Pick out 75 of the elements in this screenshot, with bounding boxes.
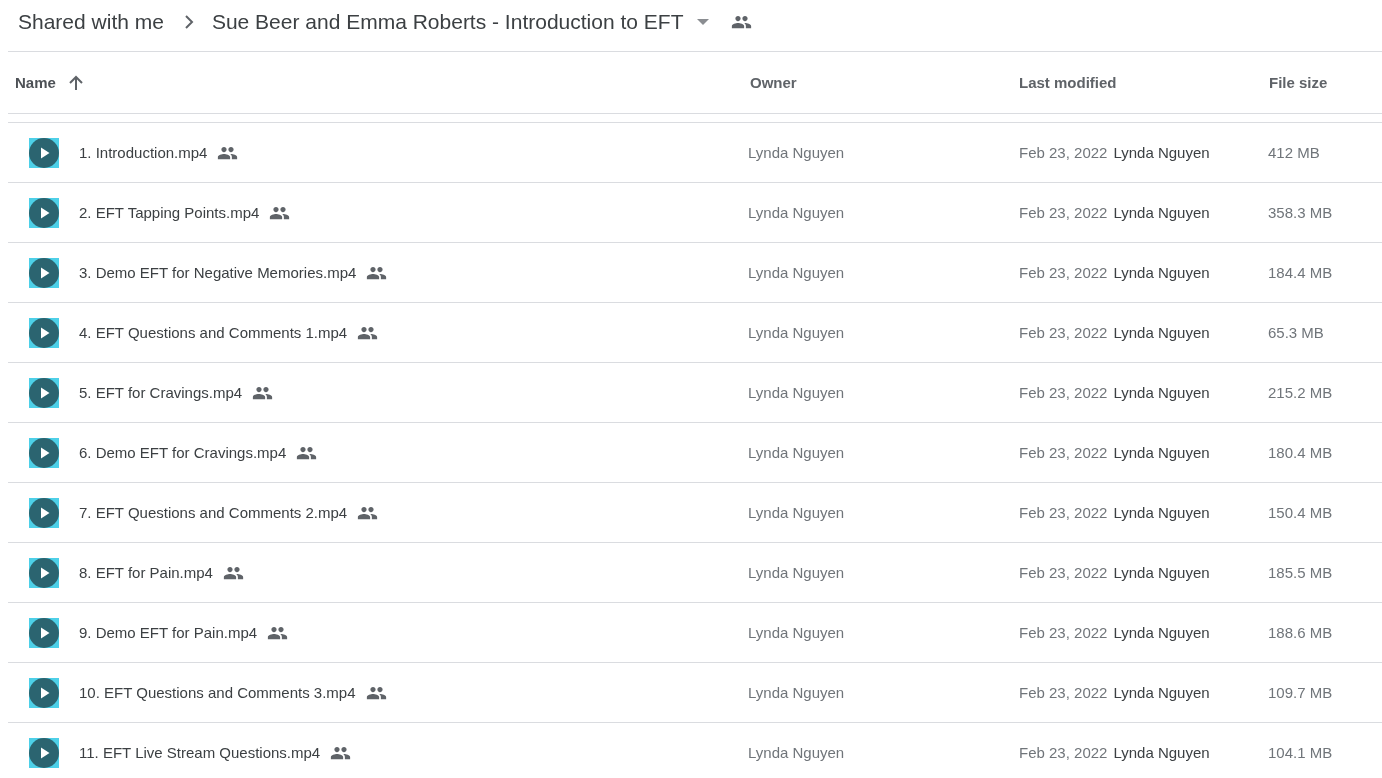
caret-icon[interactable] <box>697 19 710 25</box>
modified-date: Feb 23, 2022 <box>1019 144 1108 161</box>
file-size: 180.4 MB <box>1268 444 1333 461</box>
owner-name: Lynda Nguyen <box>748 144 845 161</box>
owner-name: Lynda Nguyen <box>748 384 845 401</box>
owner-name: Lynda Nguyen <box>748 444 845 461</box>
video-file-icon <box>29 617 59 648</box>
video-file-icon <box>29 437 59 468</box>
modified-date: Feb 23, 2022 <box>1019 324 1108 341</box>
modified-date: Feb 23, 2022 <box>1019 624 1108 641</box>
file-name[interactable]: 5. EFT for Cravings.mp4 <box>79 384 243 401</box>
file-size: 185.5 MB <box>1268 564 1333 581</box>
file-name[interactable]: 1. Introduction.mp4 <box>79 144 208 161</box>
modified-date: Feb 23, 2022 <box>1019 204 1108 221</box>
modified-by: Lynda Nguyen <box>1113 624 1210 641</box>
video-file-icon <box>29 257 59 288</box>
chevron-right-icon <box>183 14 194 30</box>
video-file-icon <box>29 737 59 768</box>
modified-date: Feb 23, 2022 <box>1019 264 1108 281</box>
file-size: 65.3 MB <box>1268 324 1324 341</box>
file-size: 184.4 MB <box>1268 264 1333 281</box>
modified-date: Feb 23, 2022 <box>1019 444 1108 461</box>
modified-date: Feb 23, 2022 <box>1019 684 1108 701</box>
file-size: 215.2 MB <box>1268 384 1333 401</box>
owner-name: Lynda Nguyen <box>748 504 845 521</box>
modified-by: Lynda Nguyen <box>1113 504 1210 521</box>
video-file-icon <box>29 317 59 348</box>
column-header[interactable]: Name <box>15 74 56 91</box>
owner-name: Lynda Nguyen <box>748 684 845 701</box>
file-size: 150.4 MB <box>1268 504 1333 521</box>
file-name[interactable]: 7. EFT Questions and Comments 2.mp4 <box>79 504 348 521</box>
file-name[interactable]: 9. Demo EFT for Pain.mp4 <box>79 624 258 641</box>
video-file-icon <box>29 377 59 408</box>
modified-by: Lynda Nguyen <box>1113 444 1210 461</box>
modified-by: Lynda Nguyen <box>1113 144 1210 161</box>
file-size: 109.7 MB <box>1268 684 1333 701</box>
file-name[interactable]: 11. EFT Live Stream Questions.mp4 <box>79 744 321 761</box>
modified-by: Lynda Nguyen <box>1113 204 1210 221</box>
file-size: 412 MB <box>1268 144 1320 161</box>
file-size: 104.1 MB <box>1268 744 1333 761</box>
file-name[interactable]: 2. EFT Tapping Points.mp4 <box>79 204 260 221</box>
owner-name: Lynda Nguyen <box>748 564 845 581</box>
modified-by: Lynda Nguyen <box>1113 564 1210 581</box>
video-file-icon <box>29 557 59 588</box>
folder-title[interactable]: Sue Beer and Emma Roberts - Introduction to EFT <box>211 10 684 34</box>
modified-by: Lynda Nguyen <box>1113 324 1210 341</box>
video-file-icon <box>29 677 59 708</box>
file-name[interactable]: 8. EFT for Pain.mp4 <box>79 564 213 581</box>
breadcrumb-link[interactable]: Shared with me <box>18 10 164 34</box>
modified-date: Feb 23, 2022 <box>1019 504 1108 521</box>
owner-name: Lynda Nguyen <box>748 744 845 761</box>
file-name[interactable]: 3. Demo EFT for Negative Memories.mp4 <box>79 264 357 281</box>
file-name[interactable]: 4. EFT Questions and Comments 1.mp4 <box>79 324 348 341</box>
video-file-icon <box>29 137 59 168</box>
modified-by: Lynda Nguyen <box>1113 264 1210 281</box>
modified-by: Lynda Nguyen <box>1113 384 1210 401</box>
modified-by: Lynda Nguyen <box>1113 684 1210 701</box>
owner-name: Lynda Nguyen <box>748 204 845 221</box>
modified-date: Feb 23, 2022 <box>1019 384 1108 401</box>
file-name[interactable]: 6. Demo EFT for Cravings.mp4 <box>79 444 287 461</box>
owner-name: Lynda Nguyen <box>748 264 845 281</box>
column-header[interactable]: Owner <box>750 74 797 91</box>
file-name[interactable]: 10. EFT Questions and Comments 3.mp4 <box>79 684 356 701</box>
arrow-up-icon[interactable] <box>67 74 84 91</box>
video-file-icon <box>29 197 59 228</box>
column-header[interactable]: Last modified <box>1019 74 1117 91</box>
owner-name: Lynda Nguyen <box>748 324 845 341</box>
owner-name: Lynda Nguyen <box>748 624 845 641</box>
column-header[interactable]: File size <box>1269 74 1328 91</box>
modified-by: Lynda Nguyen <box>1113 744 1210 761</box>
video-file-icon <box>29 497 59 528</box>
file-size: 188.6 MB <box>1268 624 1333 641</box>
file-size: 358.3 MB <box>1268 204 1333 221</box>
modified-date: Feb 23, 2022 <box>1019 564 1108 581</box>
modified-date: Feb 23, 2022 <box>1019 744 1108 761</box>
